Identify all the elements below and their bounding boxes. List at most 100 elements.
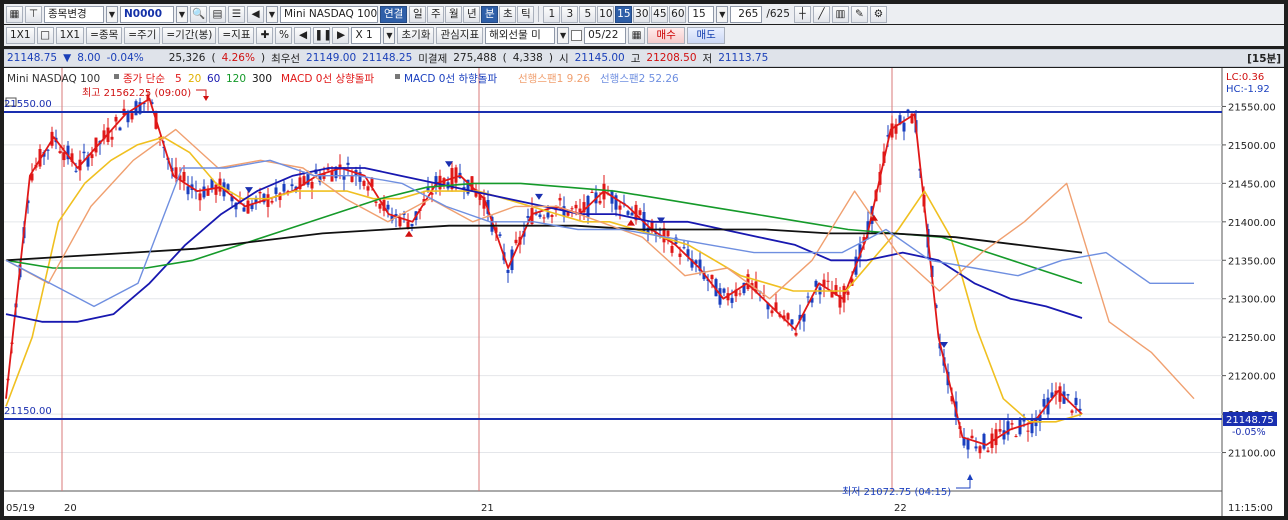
calculator-icon[interactable]: ▤	[209, 5, 226, 23]
candle-body	[598, 200, 602, 204]
candle-body	[274, 187, 278, 194]
candle-body	[350, 175, 354, 182]
layers-icon[interactable]: ☰	[228, 5, 245, 23]
interval-button[interactable]: 5	[579, 5, 597, 23]
candle-body	[398, 217, 402, 227]
chevron-down-icon[interactable]: ▼	[266, 5, 278, 23]
chevron-down-icon[interactable]: ▼	[557, 27, 570, 44]
date-label: 05/19	[6, 503, 35, 514]
candle-body	[678, 253, 682, 257]
candle-body	[454, 167, 458, 183]
period-tab[interactable]: 월	[445, 5, 463, 23]
layout-button-2[interactable]: 1X1	[55, 27, 85, 44]
open-interest-change: 4,338	[512, 52, 543, 64]
drawing-icon[interactable]: ✎	[850, 5, 868, 23]
interval-button[interactable]: 15	[615, 5, 633, 23]
chevron-down-icon[interactable]: ▼	[176, 5, 188, 23]
candle-body	[182, 171, 186, 182]
candle-body	[198, 193, 202, 201]
buy-button[interactable]: 매수	[647, 27, 686, 44]
range-button[interactable]: =기간(봉)	[162, 27, 217, 44]
indicator-button[interactable]: =지표	[218, 27, 255, 44]
item-button[interactable]: =종목	[86, 27, 123, 44]
reset-button[interactable]: 초기화	[397, 27, 435, 44]
next-icon[interactable]: ▶	[332, 27, 350, 44]
period-tab[interactable]: 일	[409, 5, 427, 23]
gear-icon[interactable]: ⚙	[869, 5, 887, 23]
grid-icon[interactable]: ▦	[6, 5, 23, 23]
candle-body	[202, 186, 206, 198]
layout-button[interactable]: 1X1	[6, 27, 35, 44]
search-icon[interactable]: 🔍	[190, 5, 207, 23]
line-tool-icon[interactable]: ╱	[812, 5, 830, 23]
interval-button[interactable]: 30	[633, 5, 651, 23]
item-code-input[interactable]: N0000	[120, 5, 174, 23]
legend-ma5: 5	[175, 73, 182, 85]
chevron-down-icon[interactable]: ▼	[106, 5, 118, 23]
candle-body	[966, 439, 970, 450]
date-checkbox[interactable]	[571, 30, 583, 41]
current-time: 11:15:00	[1228, 503, 1273, 514]
candle-body	[374, 201, 378, 203]
candle-body	[618, 205, 622, 210]
open-interest-label: 미결제	[418, 52, 448, 65]
window-icon[interactable]: □	[36, 27, 54, 44]
candle-body	[794, 332, 798, 336]
candle-body	[378, 204, 382, 209]
crosshair-icon[interactable]: ✚	[256, 27, 274, 44]
interval-button[interactable]: 1	[543, 5, 561, 23]
interest-indicator-button[interactable]: 관심지표	[436, 27, 484, 44]
high-marker: 최고 21562.25 (09:00)	[82, 87, 209, 101]
period-tab[interactable]: 초	[499, 5, 517, 23]
calendar-icon[interactable]: ▦	[628, 27, 646, 44]
interval-button[interactable]: 3	[561, 5, 579, 23]
period-tab[interactable]: 년	[463, 5, 481, 23]
down-arrow-icon: ▼	[63, 52, 72, 64]
candle-icon[interactable]: ┼	[793, 5, 811, 23]
pause-icon[interactable]: ❚❚	[313, 27, 332, 44]
interval-button[interactable]: 45	[651, 5, 669, 23]
period-tab[interactable]: 주	[427, 5, 445, 23]
chevron-down-icon[interactable]: ▼	[716, 5, 729, 23]
price-change: 8.00	[77, 52, 101, 64]
candle-body	[1014, 436, 1018, 438]
interval-button[interactable]: 10	[597, 5, 615, 23]
compare-icon[interactable]: ▥	[831, 5, 849, 23]
sell-button[interactable]: 매도	[687, 27, 726, 44]
chevron-down-icon[interactable]: ▼	[383, 27, 396, 44]
period-button[interactable]: =주기	[124, 27, 161, 44]
candle-body	[270, 200, 274, 203]
candle-body	[1070, 410, 1074, 413]
sound-icon[interactable]: ◀	[247, 5, 264, 23]
pin-icon[interactable]: ⊤	[25, 5, 42, 23]
low-marker-label: 최저 21072.75 (04:15)	[842, 486, 951, 498]
legend-ma-label: 종가 단순	[123, 73, 165, 85]
candle-body	[978, 446, 982, 454]
candle-body	[186, 186, 190, 195]
instrument-name: Mini NASDAQ 100	[280, 5, 378, 23]
timeframe-badge: [15분]	[1247, 52, 1281, 65]
change-item-field[interactable]: 종목변경	[44, 5, 104, 23]
link-button[interactable]: 연결	[380, 5, 408, 23]
price-tick-label: 21250.00	[1228, 333, 1276, 344]
candle-body	[362, 180, 366, 186]
candle-body	[806, 296, 810, 298]
futures-select[interactable]: 해외선물 미	[485, 27, 556, 44]
price-tick-label: 21300.00	[1228, 295, 1276, 306]
interval-input[interactable]: 15	[688, 5, 715, 23]
period-tab[interactable]: 틱	[517, 5, 535, 23]
candle-body	[74, 170, 78, 172]
change-percent: -0.04%	[106, 52, 144, 64]
bar-count-input[interactable]: 265	[730, 5, 763, 23]
candle-body	[590, 192, 594, 194]
price-chart[interactable]: 21550.00 21150.00 Mini NASDAQ 100 종가 단순 …	[4, 68, 1284, 516]
percent-button[interactable]: %	[275, 27, 293, 44]
date-input[interactable]: 05/22	[584, 27, 627, 44]
candle-body	[62, 152, 66, 161]
interval-button[interactable]: 60	[669, 5, 687, 23]
candle-body	[722, 288, 726, 293]
prev-icon[interactable]: ◀	[294, 27, 312, 44]
zoom-select[interactable]: X 1	[351, 27, 382, 44]
period-tabs: 일주월년분초틱	[409, 5, 535, 23]
period-tab[interactable]: 분	[481, 5, 499, 23]
